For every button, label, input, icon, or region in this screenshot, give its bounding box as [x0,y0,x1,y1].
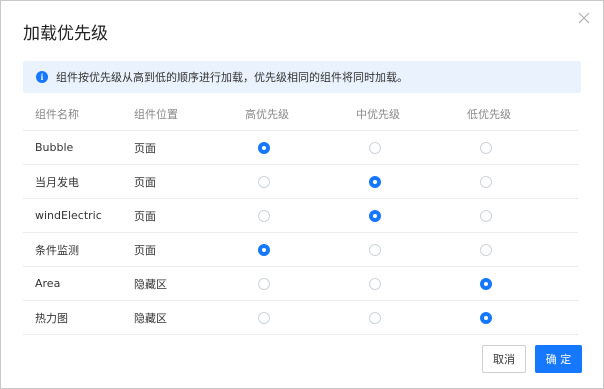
priority-cell-medium [356,266,467,301]
radio-medium-priority[interactable] [369,244,381,256]
priority-cell-low [467,164,578,199]
table-row: 当月发电 页面 [23,164,578,199]
radio-low-priority[interactable] [480,244,492,256]
priority-cell-high [245,300,356,335]
priority-cell-medium [356,300,467,335]
radio-high-priority[interactable] [258,278,270,290]
radio-high-priority[interactable] [258,244,270,256]
priority-cell-low [467,232,578,267]
priority-cell-high [245,198,356,233]
priority-cell-high [245,130,356,165]
table-header-row: 组件名称 组件位置 高优先级 中优先级 低优先级 [23,98,578,131]
close-icon[interactable] [577,11,591,25]
priority-cell-low [467,130,578,165]
component-location: 隐藏区 [134,266,245,301]
col-header-high: 高优先级 [245,98,356,131]
table-row: 条件监测 页面 [23,232,578,267]
radio-low-priority[interactable] [480,210,492,222]
priority-cell-medium [356,198,467,233]
component-location: 页面 [134,232,245,267]
table-row: 热力图 隐藏区 [23,300,578,335]
component-name: windElectric [23,198,134,233]
priority-cell-high [245,164,356,199]
component-name: 当月发电 [23,164,134,199]
component-location: 隐藏区 [134,300,245,335]
col-header-medium: 中优先级 [356,98,467,131]
info-icon: i [36,71,48,83]
radio-medium-priority[interactable] [369,312,381,324]
cancel-button[interactable]: 取消 [482,345,526,373]
component-name: 条件监测 [23,232,134,267]
table-row: Bubble 页面 [23,130,578,165]
radio-low-priority[interactable] [480,176,492,188]
priority-cell-medium [356,232,467,267]
table-row: Area 隐藏区 [23,266,578,301]
component-name: 热力图 [23,300,134,335]
component-name: Area [23,266,134,301]
radio-high-priority[interactable] [258,176,270,188]
priority-cell-high [245,266,356,301]
col-header-low: 低优先级 [467,98,578,131]
component-location: 页面 [134,198,245,233]
info-notice: i 组件按优先级从高到低的顺序进行加载，优先级相同的组件将同时加载。 [23,61,581,93]
priority-dialog: 加载优先级 i 组件按优先级从高到低的顺序进行加载，优先级相同的组件将同时加载。… [0,0,604,389]
table-row: windElectric 页面 [23,198,578,233]
component-location: 页面 [134,130,245,165]
radio-high-priority[interactable] [258,210,270,222]
col-header-location: 组件位置 [134,98,245,131]
priority-cell-high [245,232,356,267]
dialog-title: 加载优先级 [23,24,108,44]
radio-low-priority[interactable] [480,142,492,154]
priority-cell-medium [356,130,467,165]
radio-low-priority[interactable] [480,312,492,324]
component-location: 页面 [134,164,245,199]
component-name: Bubble [23,130,134,165]
radio-medium-priority[interactable] [369,210,381,222]
radio-medium-priority[interactable] [369,142,381,154]
notice-text: 组件按优先级从高到低的顺序进行加载，优先级相同的组件将同时加载。 [56,71,408,84]
priority-cell-medium [356,164,467,199]
radio-high-priority[interactable] [258,142,270,154]
ok-button[interactable]: 确 定 [535,345,582,373]
col-header-name: 组件名称 [23,98,134,131]
priority-cell-low [467,300,578,335]
priority-table: 组件名称 组件位置 高优先级 中优先级 低优先级 Bubble 页面 当月发电 页面 w… [23,98,578,335]
radio-high-priority[interactable] [258,312,270,324]
priority-cell-low [467,198,578,233]
radio-low-priority[interactable] [480,278,492,290]
radio-medium-priority[interactable] [369,278,381,290]
radio-medium-priority[interactable] [369,176,381,188]
priority-cell-low [467,266,578,301]
